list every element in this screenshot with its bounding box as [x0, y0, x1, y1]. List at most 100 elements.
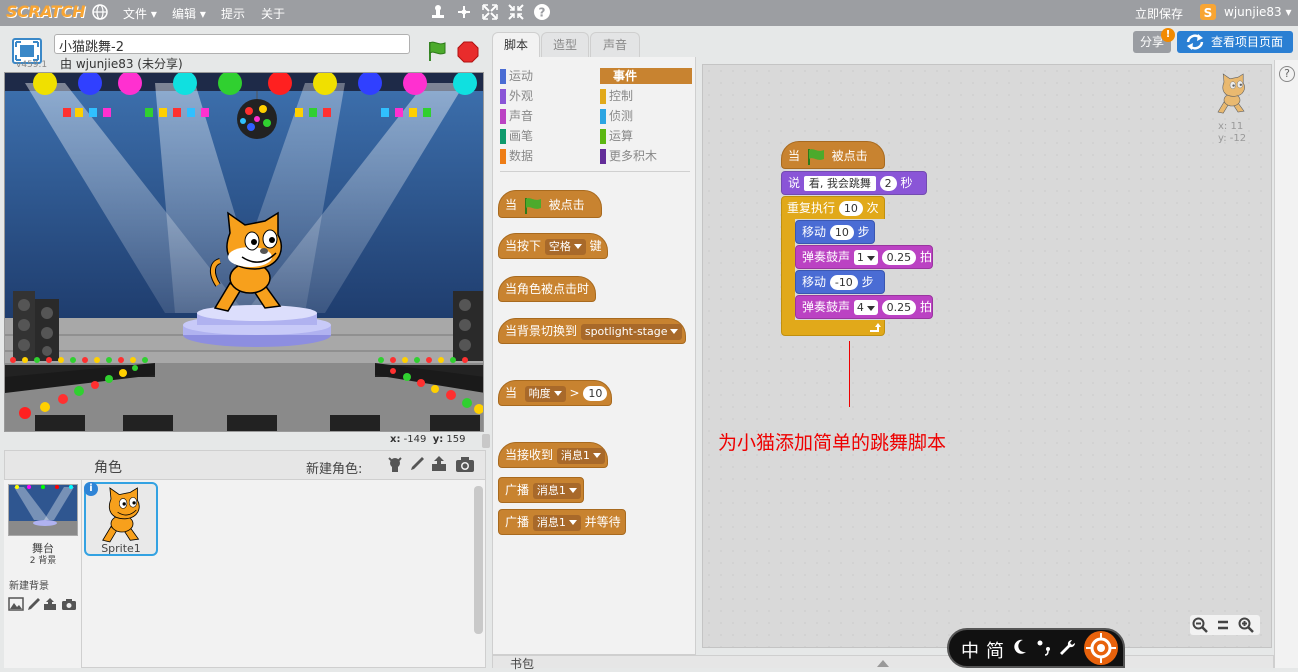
- script-move-2[interactable]: 移动 -10 步: [795, 270, 885, 294]
- help-question-icon[interactable]: ?: [1279, 66, 1295, 82]
- palette-when-key-pressed[interactable]: 当按下 空格 键: [498, 233, 608, 259]
- sensor-dropdown[interactable]: 响度: [524, 385, 566, 402]
- user-avatar: S: [1200, 4, 1216, 20]
- duplicate-stamp-icon[interactable]: [428, 3, 448, 23]
- green-flag-icon: [524, 197, 541, 214]
- zoom-in-icon[interactable]: [1238, 617, 1254, 633]
- upload-icon[interactable]: [430, 455, 448, 473]
- see-project-page-icon: [1184, 34, 1206, 50]
- drum2-beats-input[interactable]: 0.25: [881, 300, 917, 315]
- globe-icon[interactable]: [90, 3, 110, 23]
- project-title-input[interactable]: 小猫跳舞-2: [54, 34, 410, 55]
- backdrop-library-icon[interactable]: [8, 597, 24, 611]
- script-play-drum-2[interactable]: 弹奏鼓声 4 0.25 拍: [795, 295, 933, 319]
- ime-simplified-toggle[interactable]: 简: [986, 637, 1004, 663]
- camera-icon[interactable]: [455, 455, 475, 473]
- palette-broadcast[interactable]: 广播 消息1: [498, 477, 584, 503]
- tab-costumes[interactable]: 造型: [541, 32, 589, 58]
- menu-about[interactable]: 关于: [261, 5, 285, 22]
- palette-divider: [500, 171, 690, 172]
- backdrop-camera-icon[interactable]: [61, 597, 77, 611]
- category-control[interactable]: 控制: [600, 88, 633, 104]
- stage-thumbnail[interactable]: [8, 484, 78, 536]
- palette-when-sprite-clicked[interactable]: 当角色被点击时: [498, 276, 596, 302]
- green-flag-button[interactable]: [426, 40, 448, 62]
- palette-when-backdrop-switches[interactable]: 当背景切换到 spotlight-stage: [498, 318, 686, 344]
- stage-backdrop-count: 2 背景: [29, 556, 57, 566]
- tab-sounds[interactable]: 声音: [590, 32, 640, 58]
- speaker-left: [13, 291, 59, 361]
- ime-moon-icon[interactable]: [1012, 638, 1028, 656]
- user-menu[interactable]: wjunjie83 ▾: [1224, 5, 1292, 19]
- category-motion[interactable]: 运动: [500, 68, 533, 84]
- category-looks[interactable]: 外观: [500, 88, 533, 104]
- sprite-info-icon[interactable]: i: [84, 482, 98, 496]
- script-move-1[interactable]: 移动 10 步: [795, 220, 875, 244]
- paint-brush-icon[interactable]: [408, 455, 426, 473]
- menu-edit[interactable]: 编辑 ▾: [172, 5, 206, 22]
- backpack-expand-icon[interactable]: [877, 660, 889, 667]
- backpack-label: 书包: [510, 657, 535, 671]
- menu-tips[interactable]: 提示: [221, 5, 245, 22]
- category-events[interactable]: 事件: [600, 68, 692, 84]
- say-text-input[interactable]: 看, 我会跳舞: [803, 176, 876, 191]
- key-dropdown[interactable]: 空格: [544, 238, 586, 255]
- repeat-label: 重复执行 10 次: [787, 201, 879, 216]
- ime-punctuation-icon[interactable]: [1036, 638, 1054, 656]
- move2-steps-input[interactable]: -10: [829, 275, 858, 290]
- sprite-library-icon[interactable]: [386, 455, 404, 473]
- script-say-for-secs[interactable]: 说 看, 我会跳舞 2 秒: [781, 171, 927, 195]
- palette-when-i-receive[interactable]: 当接收到 消息1: [498, 442, 608, 468]
- annotation-line: [849, 341, 850, 407]
- ime-logo-icon[interactable]: [1082, 630, 1120, 666]
- sprites-scrollbar[interactable]: [474, 486, 483, 634]
- help-icon[interactable]: ?: [532, 3, 552, 23]
- zoom-reset-icon[interactable]: [1215, 617, 1231, 633]
- palette-when-flag-clicked[interactable]: 当 被点击: [498, 190, 602, 218]
- stop-button[interactable]: [457, 41, 479, 63]
- threshold-input[interactable]: 10: [583, 386, 608, 401]
- script-play-drum-1[interactable]: 弹奏鼓声 1 0.25 拍: [795, 245, 933, 269]
- category-operators[interactable]: 运算: [600, 128, 633, 144]
- cut-icon[interactable]: [454, 3, 474, 23]
- move1-steps-input[interactable]: 10: [829, 225, 854, 240]
- grow-icon[interactable]: [480, 3, 500, 23]
- category-sound[interactable]: 声音: [500, 108, 533, 124]
- speaker-right: [453, 291, 483, 361]
- sprite-position-readout: x: 11 y: -12: [1218, 121, 1247, 144]
- palette-broadcast-and-wait[interactable]: 广播 消息1 并等待: [498, 509, 626, 535]
- tab-scripts[interactable]: 脚本: [492, 32, 540, 58]
- drum1-select[interactable]: 1: [853, 250, 878, 265]
- palette-when-greater-than[interactable]: 当 响度 > 10: [498, 380, 612, 406]
- category-pen[interactable]: 画笔: [500, 128, 533, 144]
- repeat-count-input[interactable]: 10: [838, 201, 863, 216]
- stage-platform: [183, 305, 331, 347]
- drum2-select[interactable]: 4: [853, 300, 878, 315]
- category-data[interactable]: 数据: [500, 148, 533, 164]
- category-more-blocks[interactable]: 更多积木: [600, 148, 657, 164]
- menu-file[interactable]: 文件 ▾: [123, 5, 157, 22]
- broadcast-dropdown[interactable]: 消息1: [532, 482, 581, 499]
- backdrop-dropdown[interactable]: spotlight-stage: [580, 323, 683, 340]
- stage-collapse-handle[interactable]: [482, 434, 490, 448]
- save-now-button[interactable]: 立即保存: [1135, 5, 1183, 22]
- script-when-flag-clicked[interactable]: 当 被点击: [781, 141, 885, 169]
- blocks-palette: [492, 57, 696, 655]
- menu-bar: SCRATCH 文件 ▾ 编辑 ▾ 提示 关于 ? 立即保存 S wjunjie…: [0, 0, 1298, 26]
- stage-canvas[interactable]: [4, 72, 484, 432]
- backdrop-paint-icon[interactable]: [27, 597, 41, 611]
- svg-text:?: ?: [539, 6, 546, 20]
- backdrop-upload-icon[interactable]: [43, 597, 57, 611]
- drum1-beats-input[interactable]: 0.25: [881, 250, 917, 265]
- ime-chinese-toggle[interactable]: 中: [961, 637, 979, 663]
- alert-badge-icon: !: [1161, 28, 1175, 42]
- zoom-out-icon[interactable]: [1192, 617, 1208, 633]
- say-secs-input[interactable]: 2: [879, 176, 897, 191]
- shrink-icon[interactable]: [506, 3, 526, 23]
- broadcast-wait-dropdown[interactable]: 消息1: [532, 514, 581, 531]
- scratch-logo[interactable]: SCRATCH: [6, 2, 85, 21]
- category-sensing[interactable]: 侦测: [600, 108, 633, 124]
- current-sprite-thumbnail: [1214, 72, 1254, 118]
- ime-settings-wrench-icon[interactable]: [1058, 638, 1076, 656]
- message-dropdown[interactable]: 消息1: [556, 447, 605, 464]
